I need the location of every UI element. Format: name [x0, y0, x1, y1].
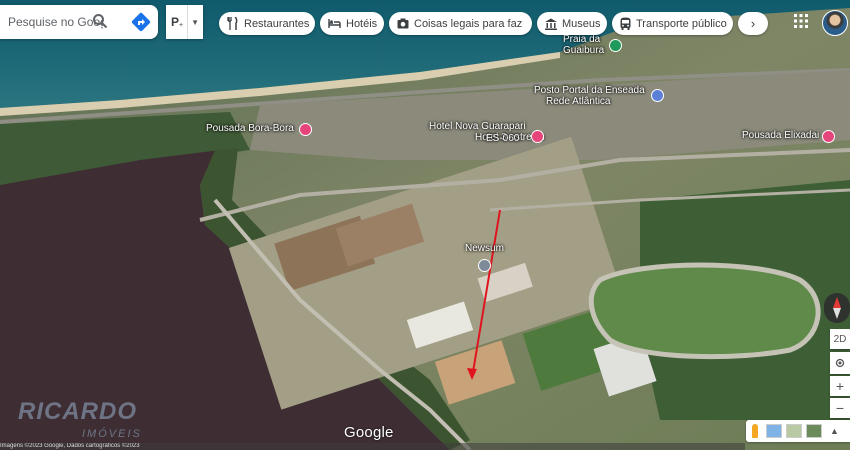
chip-label: Transporte público [636, 17, 727, 30]
watermark-logo: RICARDO [18, 398, 137, 425]
watermark-subtitle: IMÓVEIS [82, 428, 142, 440]
chip-things-to-do[interactable]: Coisas legais para fazer [389, 12, 532, 35]
chip-label: Hotéis [346, 17, 378, 30]
pegman-icon[interactable] [752, 424, 758, 438]
place-label-newsum[interactable]: Newsum [465, 243, 504, 254]
compass-icon[interactable] [824, 293, 850, 323]
hotel-pin-icon[interactable] [531, 130, 544, 143]
bottom-controls-strip[interactable]: ▲ [746, 420, 850, 442]
place-label-posto-portal[interactable]: Posto Portal da Enseada Rede Atlântica [534, 85, 645, 107]
chip-label: Restaurantes [244, 17, 310, 30]
zoom-out-button[interactable]: − [830, 398, 850, 418]
layers-divider [187, 5, 189, 39]
restaurant-icon [227, 17, 238, 30]
chevron-down-icon[interactable]: ▼ [191, 18, 199, 27]
account-avatar[interactable] [822, 10, 848, 36]
map-viewport[interactable]: Praia da Guaibura Posto Portal da Enseada… [0, 0, 850, 450]
my-location-icon [835, 358, 845, 368]
camera-icon [397, 18, 409, 29]
hotel-pin-icon[interactable] [822, 130, 835, 143]
search-box[interactable] [0, 5, 158, 39]
place-pin-icon[interactable] [478, 259, 491, 272]
apps-grid-icon[interactable] [793, 13, 809, 29]
hotel-pin-icon[interactable] [299, 123, 312, 136]
layers-button[interactable]: P + ▼ [166, 5, 203, 39]
place-label-praia-guaibura[interactable]: Praia da Guaibura [563, 34, 604, 56]
search-icon[interactable] [92, 13, 108, 29]
chevron-right-icon: › [750, 16, 756, 31]
minus-icon: − [835, 400, 845, 416]
chip-transit[interactable]: Transporte público [612, 12, 733, 35]
layer-thumb-icon[interactable] [766, 424, 782, 438]
search-input[interactable] [6, 14, 105, 30]
chip-hotels[interactable]: Hotéis [320, 12, 384, 35]
view-mode-label: 2D [833, 333, 847, 345]
hotel-icon [328, 19, 341, 28]
chip-label: Museus [562, 17, 601, 30]
gas-station-pin-icon[interactable] [651, 89, 664, 102]
roundabout [588, 262, 821, 360]
plus-icon: + [835, 378, 845, 394]
zoom-in-button[interactable]: + [830, 376, 850, 396]
chevron-up-icon[interactable]: ▲ [830, 426, 839, 436]
museum-icon [545, 18, 557, 30]
directions-icon[interactable] [131, 12, 151, 32]
layers-label: P [171, 15, 180, 29]
satellite-map[interactable] [0, 0, 850, 450]
chips-next-button[interactable]: › [738, 12, 768, 35]
road-label: ES-060 [486, 133, 520, 144]
layers-plus-icon: + [179, 21, 184, 29]
map-attribution: Imagens ©2023 Google, Dados cartográfico… [0, 443, 745, 450]
layer-thumb-icon[interactable] [806, 424, 822, 438]
view-mode-toggle[interactable]: 2D [830, 329, 850, 349]
chip-museums[interactable]: Museus [537, 12, 607, 35]
google-logo: Google [344, 424, 394, 441]
transit-icon [620, 17, 631, 30]
beach-pin-icon[interactable] [609, 39, 622, 52]
chip-restaurants[interactable]: Restaurantes [219, 12, 315, 35]
chip-label: Coisas legais para fazer [414, 17, 522, 30]
place-label-pousada-elixadai[interactable]: Pousada Elixadai [742, 130, 819, 141]
layer-thumb-icon[interactable] [786, 424, 802, 438]
place-label-pousada-bora-bora[interactable]: Pousada Bora-Bora [206, 123, 294, 134]
my-location-button[interactable] [830, 352, 850, 374]
